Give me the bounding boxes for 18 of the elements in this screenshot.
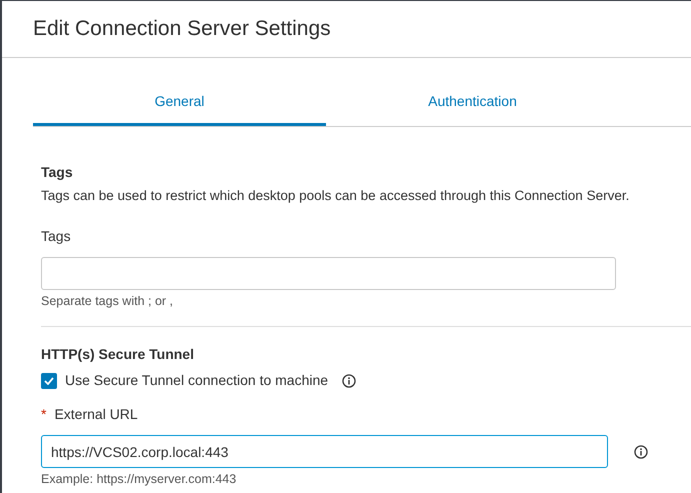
section-heading: HTTP(s) Secure Tunnel: [41, 345, 195, 363]
info-icon[interactable]: [342, 374, 356, 388]
field-hint: Separate tags with ; or ,: [41, 293, 174, 309]
tab[interactable]: General: [33, 80, 326, 126]
checkmark-icon: [44, 376, 54, 384]
checkbox-label: Use Secure Tunnel connection to machine: [65, 371, 328, 390]
tab[interactable]: Authentication: [326, 80, 619, 126]
section-description: Tags can be used to restrict which desktop pools can be accessed through this Connection Server.: [41, 187, 630, 205]
url-field[interactable]: https://VCS02.corp.local:443: [41, 435, 608, 468]
field-hint: Example: https://myserver.com:443: [41, 471, 238, 487]
field-label: Tags: [41, 227, 72, 245]
required-mark: *: [41, 405, 46, 423]
section-heading: Tags: [41, 163, 74, 181]
field-label: External URL: [54, 405, 138, 423]
info-icon[interactable]: [634, 444, 648, 458]
tags-field[interactable]: [41, 257, 616, 290]
window-title: Edit Connection Server Settings: [33, 16, 331, 42]
checkbox[interactable]: [41, 372, 57, 388]
